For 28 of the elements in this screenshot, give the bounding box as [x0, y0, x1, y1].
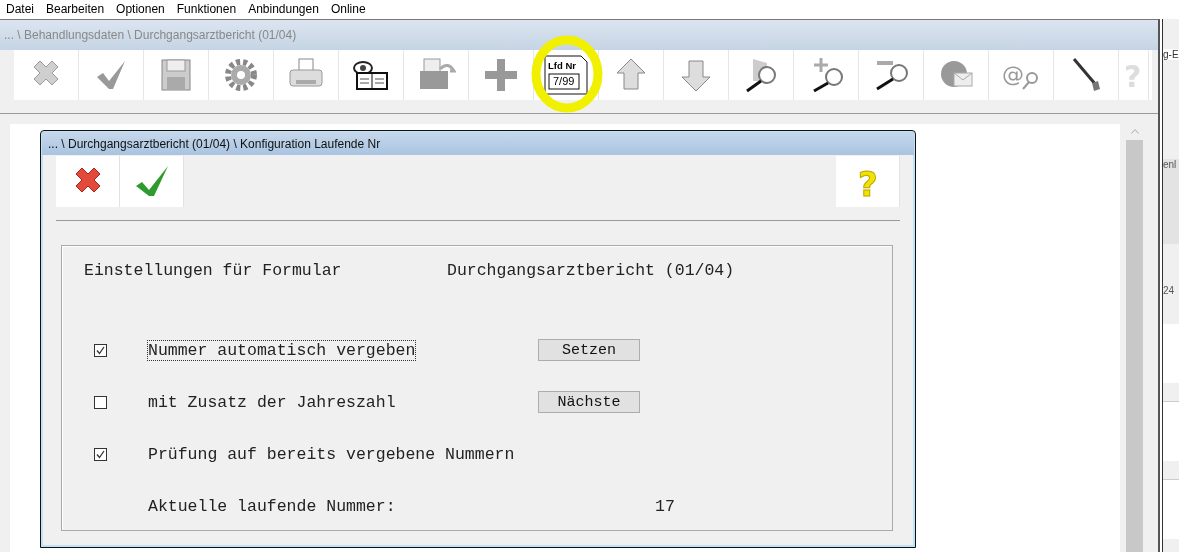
option-label[interactable]: mit Zusatz der Jahreszahl [148, 392, 396, 412]
menu-item[interactable]: Anbindungen [242, 2, 325, 16]
menu-item[interactable]: Optionen [110, 2, 171, 16]
column-header: enl [1163, 159, 1177, 170]
window-title: ... \ Behandlungsdaten \ Durchgangsarztbericht (01/04) [0, 20, 1158, 50]
table-cell: 24 [1163, 285, 1175, 296]
help-icon: ? [847, 161, 888, 202]
current-number-label: Aktuelle laufende Nummer: [148, 496, 397, 516]
action-button[interactable]: Setzen [538, 339, 640, 361]
form-name: Durchgangsarztbericht (01/04) [447, 260, 735, 280]
form-label: Einstellungen für Formular [84, 260, 343, 280]
menu-item[interactable]: Bearbeiten [40, 2, 111, 16]
checkbox[interactable] [94, 343, 107, 357]
option-label[interactable]: Prüfung auf bereits vergebene Nummern [148, 444, 515, 464]
checkbox[interactable] [94, 395, 107, 409]
checkbox[interactable] [94, 447, 107, 461]
current-number: 17 [655, 496, 675, 516]
menu-item[interactable]: Datei [0, 2, 40, 16]
dialog-title: ... \ Durchgangsarztbericht (01/04) \ Konfiguration Laufende Nr [42, 132, 914, 155]
menu-item[interactable]: Funktionen [170, 2, 243, 16]
document-icon: Lfd Nr 7/99 [543, 55, 589, 95]
menu-item[interactable]: Online [324, 2, 372, 16]
action-button[interactable]: Nächste [538, 391, 640, 413]
option-label[interactable]: Nummer automatisch vergeben [148, 340, 416, 360]
ok-button[interactable] [120, 156, 184, 207]
cancel-button[interactable] [56, 156, 120, 207]
scroll-up-icon [1130, 128, 1139, 134]
tab-label: g-E [1163, 49, 1179, 60]
